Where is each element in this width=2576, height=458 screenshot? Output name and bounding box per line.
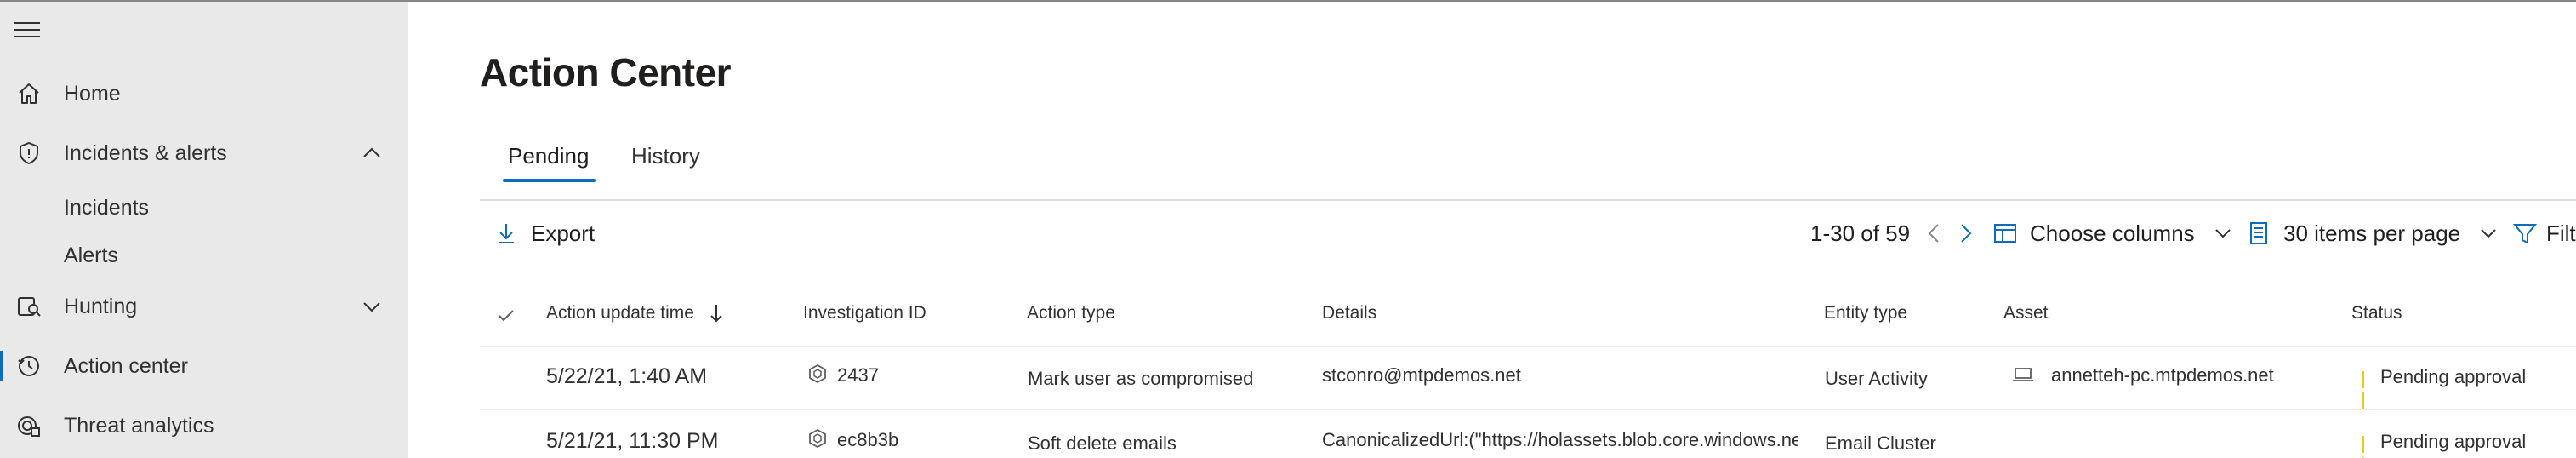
- investigation-icon: [809, 364, 826, 384]
- columns-icon: [1994, 224, 2016, 243]
- previous-page-icon[interactable]: [1923, 220, 1946, 246]
- column-header-details[interactable]: Details: [1322, 303, 1376, 323]
- sidebar-item-label: Home: [64, 81, 121, 106]
- choose-columns-button[interactable]: Choose columns: [1992, 215, 2234, 252]
- sidebar-item-incidents[interactable]: Incidents: [0, 182, 408, 233]
- choose-columns-label: Choose columns: [2030, 220, 2195, 246]
- sidebar-item-label: Incidents & alerts: [64, 140, 227, 165]
- main-content: Action Center Pending History Export 1-3…: [408, 2, 2576, 458]
- action-update-time: 5/21/21, 11:30 PM: [546, 429, 719, 453]
- filter-button[interactable]: Filt: [2512, 215, 2576, 252]
- tab-history[interactable]: History: [631, 143, 700, 169]
- hamburger-menu-icon[interactable]: [14, 22, 42, 43]
- sidebar-item-label: Alerts: [64, 243, 118, 267]
- export-button[interactable]: Export: [493, 215, 595, 252]
- sort-descending-icon: [710, 305, 722, 323]
- sidebar-item-label: Hunting: [64, 294, 138, 318]
- chevron-up-icon[interactable]: [360, 141, 384, 165]
- column-header-action-type[interactable]: Action type: [1027, 303, 1115, 323]
- laptop-icon: [2013, 368, 2033, 381]
- sidebar-item-hunting[interactable]: Hunting: [0, 281, 408, 332]
- active-indicator: [0, 351, 3, 381]
- pending-status-icon: [2362, 436, 2372, 458]
- shield-icon: [20, 141, 38, 165]
- investigation-id-link[interactable]: ec8b3b: [837, 429, 898, 451]
- investigation-icon: [809, 428, 826, 449]
- sidebar-item-home[interactable]: Home: [0, 68, 408, 119]
- column-header-entity-type[interactable]: Entity type: [1824, 303, 1907, 323]
- select-all-checkmark-icon[interactable]: [495, 305, 517, 327]
- active-tab-underline: [503, 179, 596, 182]
- action-type: Mark user as compromised: [1028, 368, 1254, 389]
- filter-label: Filt: [2546, 220, 2576, 246]
- export-label: Export: [531, 220, 596, 246]
- investigation-id-link[interactable]: 2437: [837, 364, 879, 386]
- column-header-action-update-time[interactable]: Action update time: [546, 303, 725, 323]
- tabs-divider: [480, 199, 2576, 201]
- status-badge: Pending approval: [2380, 431, 2527, 452]
- sidebar-item-label: Action center: [64, 353, 188, 378]
- chevron-down-icon: [2214, 229, 2231, 238]
- sidebar-item-incidents-alerts[interactable]: Incidents & alerts: [0, 128, 408, 179]
- hunting-icon: [18, 297, 41, 317]
- chevron-down-icon: [2481, 229, 2496, 238]
- status-badge: Pending approval: [2380, 366, 2527, 387]
- download-icon: [499, 224, 514, 243]
- pending-status-icon: [2362, 371, 2372, 409]
- sidebar-item-label: Threat analytics: [64, 413, 214, 438]
- filter-icon: [2512, 224, 2538, 244]
- details: stconro@mtpdemos.net: [1322, 364, 1521, 386]
- entity-type: Email Cluster: [1825, 432, 1936, 454]
- action-update-time: 5/22/21, 1:40 AM: [546, 364, 708, 388]
- page-title: Action Center: [480, 50, 732, 94]
- sidebar-item-threat-analytics[interactable]: Threat analytics: [0, 400, 408, 451]
- home-icon: [19, 83, 39, 104]
- column-header-investigation-id[interactable]: Investigation ID: [803, 303, 926, 323]
- pagination-range: 1-30 of 59: [1810, 220, 1911, 246]
- chevron-down-icon[interactable]: [360, 295, 384, 318]
- entity-type: User Activity: [1825, 368, 1929, 389]
- threat-analytics-icon: [18, 416, 40, 437]
- column-header-status[interactable]: Status: [2351, 303, 2402, 323]
- tab-pending[interactable]: Pending: [508, 143, 589, 169]
- sidebar-item-alerts[interactable]: Alerts: [0, 230, 408, 281]
- sidebar-item-label: Incidents: [64, 195, 150, 220]
- items-per-page-label: 30 items per page: [2283, 220, 2461, 246]
- items-per-page-dropdown[interactable]: 30 items per page: [2246, 215, 2499, 252]
- details: CanonicalizedUrl:("https://holassets.blo…: [1322, 429, 1798, 450]
- action-center-icon: [18, 356, 39, 376]
- table-row[interactable]: 5/21/21, 11:30 PM ec8b3b Soft delete ema…: [480, 410, 2576, 458]
- asset-link[interactable]: annetteh-pc.mtpdemos.net: [2051, 364, 2274, 386]
- next-page-icon[interactable]: [1953, 220, 1977, 246]
- table-header: Action update time Investigation ID Acti…: [480, 288, 2576, 347]
- page-icon: [2250, 222, 2267, 244]
- table-row[interactable]: 5/22/21, 1:40 AM 2437 Mark user as compr…: [480, 347, 2576, 410]
- sidebar-item-action-center[interactable]: Action center: [0, 341, 408, 392]
- action-type: Soft delete emails: [1028, 432, 1177, 454]
- column-header-asset[interactable]: Asset: [2003, 303, 2049, 323]
- sidebar: Home Incidents & alerts Incidents Alerts…: [0, 2, 408, 458]
